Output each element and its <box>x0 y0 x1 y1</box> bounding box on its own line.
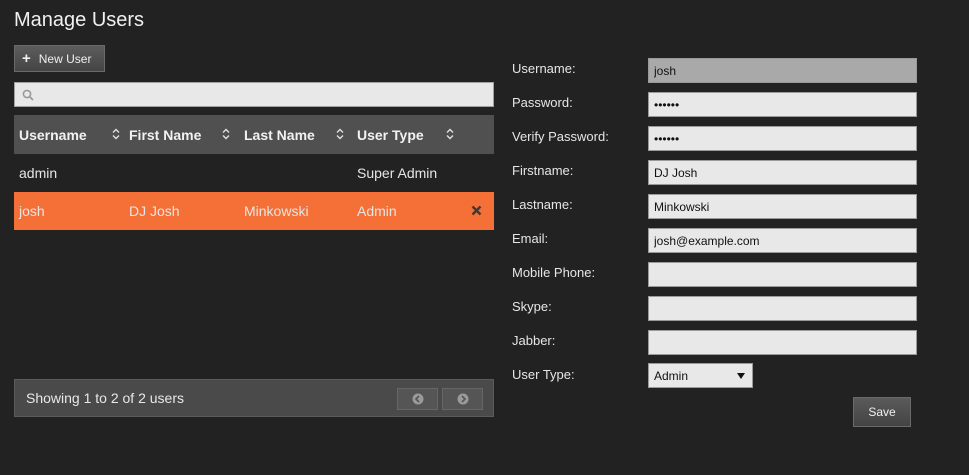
pagination-info: Showing 1 to 2 of 2 users <box>26 390 184 406</box>
sort-icon <box>222 128 230 140</box>
table-row[interactable]: josh DJ Josh Minkowski Admin <box>14 192 494 230</box>
search-box[interactable] <box>14 82 494 107</box>
page-title: Manage Users <box>14 9 145 31</box>
cell-user-type: Super Admin <box>357 165 438 181</box>
sort-icon <box>446 128 454 140</box>
username-label: Username: <box>512 61 576 76</box>
grid-header: Username First Name Last Name User Type <box>14 115 494 154</box>
skype-field[interactable] <box>648 296 917 321</box>
sort-icon <box>112 128 120 140</box>
mobile-phone-label: Mobile Phone: <box>512 265 596 280</box>
lastname-label: Lastname: <box>512 197 573 212</box>
table-row[interactable]: admin Super Admin <box>14 154 494 192</box>
jabber-field[interactable] <box>648 330 917 355</box>
previous-page-button[interactable] <box>397 388 438 410</box>
sort-icon <box>336 128 344 140</box>
verify-password-field[interactable] <box>648 126 917 151</box>
user-type-selected-value: Admin <box>654 368 689 383</box>
next-page-button[interactable] <box>442 388 483 410</box>
email-label: Email: <box>512 231 549 246</box>
new-user-button[interactable]: + New User <box>14 45 105 72</box>
cell-user-type: Admin <box>357 203 397 219</box>
firstname-field[interactable] <box>648 160 917 185</box>
mobile-phone-field[interactable] <box>648 262 917 287</box>
user-type-label: User Type: <box>512 367 575 382</box>
search-input[interactable] <box>39 83 489 106</box>
verify-password-label: Verify Password: <box>512 129 609 144</box>
column-header-user-type[interactable]: User Type <box>357 115 467 154</box>
column-header-username[interactable]: Username <box>19 115 129 154</box>
arrow-right-icon <box>457 393 469 405</box>
cell-first-name: DJ Josh <box>129 203 180 219</box>
firstname-label: Firstname: <box>512 163 574 178</box>
skype-label: Skype: <box>512 299 552 314</box>
cell-username: admin <box>19 165 58 181</box>
save-button[interactable]: Save <box>853 397 911 427</box>
cell-username: josh <box>19 203 45 219</box>
cell-last-name: Minkowski <box>244 203 309 219</box>
user-type-select[interactable]: Admin <box>648 363 753 388</box>
email-field[interactable] <box>648 228 917 253</box>
password-field[interactable] <box>648 92 917 117</box>
delete-icon[interactable] <box>471 205 482 216</box>
dropdown-arrow-icon <box>737 373 745 379</box>
column-header-last-name[interactable]: Last Name <box>244 115 357 154</box>
arrow-left-icon <box>412 393 424 405</box>
lastname-field[interactable] <box>648 194 917 219</box>
search-icon <box>22 89 34 101</box>
jabber-label: Jabber: <box>512 333 556 348</box>
plus-icon: + <box>22 50 31 67</box>
username-field[interactable] <box>648 58 917 83</box>
password-label: Password: <box>512 95 573 110</box>
grid-footer: Showing 1 to 2 of 2 users <box>14 379 494 417</box>
column-header-first-name[interactable]: First Name <box>129 115 244 154</box>
new-user-label: New User <box>38 51 92 66</box>
